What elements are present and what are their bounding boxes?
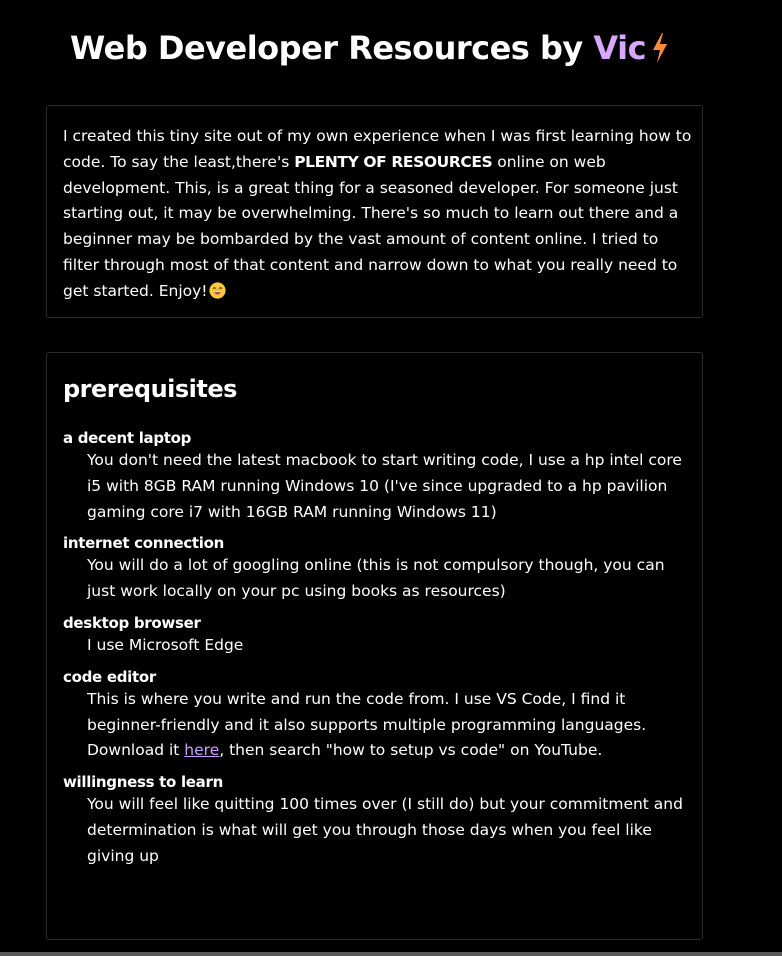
grinning-face-emoji-icon xyxy=(208,282,226,299)
prerequisite-title: a decent laptop xyxy=(63,429,192,447)
author-name: Vic xyxy=(593,29,647,67)
prerequisite-item: willingness to learn You will feel like … xyxy=(63,772,692,869)
prerequisite-item: internet connection You will do a lot of… xyxy=(63,533,692,605)
prerequisite-item: desktop browser I use Microsoft Edge xyxy=(63,613,692,659)
prerequisite-description: I use Microsoft Edge xyxy=(87,635,244,654)
intro-paragraph: I created this tiny site out of my own e… xyxy=(63,124,692,305)
prerequisite-item: code editor This is where you write and … xyxy=(63,667,692,764)
intro-bold-text: PLENTY OF RESOURCES xyxy=(294,152,493,171)
prerequisites-card: prerequisites a decent laptop You don't … xyxy=(46,352,703,940)
lightning-icon xyxy=(653,33,668,63)
prerequisite-title: internet connection xyxy=(63,534,225,553)
page-title: Web Developer Resources by Vic xyxy=(0,28,740,68)
prerequisite-description: You will do a lot of googling online (th… xyxy=(87,556,665,601)
prerequisite-title: code editor xyxy=(63,667,156,686)
vscode-download-link[interactable]: here xyxy=(184,741,219,759)
intro-text-end: online on web development. This, is a gr… xyxy=(63,152,679,300)
horizontal-scrollbar[interactable] xyxy=(0,952,782,956)
prerequisite-title: willingness to learn xyxy=(63,773,223,792)
page-title-text: Web Developer Resources by xyxy=(69,29,594,67)
prerequisite-description: You will feel like quitting 100 times ov… xyxy=(87,795,683,865)
prerequisite-title: desktop browser xyxy=(63,613,201,632)
intro-card: I created this tiny site out of my own e… xyxy=(46,105,703,318)
prerequisite-description: This is where you write and run the code… xyxy=(87,687,692,764)
prerequisite-item: a decent laptop You don't need the lates… xyxy=(63,428,692,525)
prerequisite-description: You don't need the latest macbook to sta… xyxy=(87,451,682,521)
description-text-end: , then search "how to setup vs code" on … xyxy=(219,741,603,760)
prerequisites-heading: prerequisites xyxy=(63,375,237,403)
